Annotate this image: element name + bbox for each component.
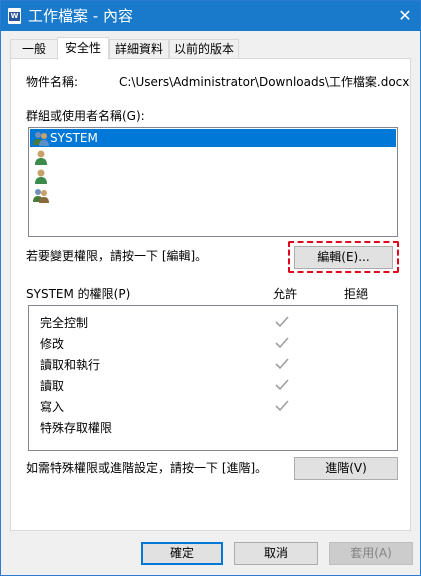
list-item-label: SYSTEM [50,131,98,145]
edit-hint-text: 若要變更權限，請按一下 [編輯]。 [26,249,208,263]
permission-row: 讀取 [29,376,397,396]
title-bar[interactable]: W 工作檔案 - 內容 ✕ [1,1,420,31]
group-users-icon [33,132,49,146]
list-item-user[interactable] [30,167,396,185]
permission-row: 修改 [29,334,397,354]
tab-security[interactable]: 安全性 [57,37,109,60]
window-title: 工作檔案 - 內容 [28,7,133,25]
advanced-button[interactable]: 進階(V) [294,457,398,480]
list-item-group[interactable] [30,186,396,204]
list-item-system[interactable]: SYSTEM [30,129,396,147]
user-icon [35,150,47,165]
permission-row: 完全控制 [29,313,397,333]
permission-name: 修改 [40,337,65,351]
object-name-label: 物件名稱: [26,75,79,89]
group-users-icon [33,189,49,203]
edit-button[interactable]: 編輯(E)... [294,246,393,269]
properties-dialog: W 工作檔案 - 內容 ✕ 一般 安全性 詳細資料 以前的版本 物件名稱: C:… [0,0,421,576]
apply-button[interactable]: 套用(A) [329,542,413,565]
tab-general[interactable]: 一般 [10,39,58,59]
close-icon: ✕ [398,6,412,25]
list-item-user[interactable] [30,148,396,166]
allow-check-icon [275,337,289,349]
permission-name: 寫入 [40,400,65,414]
cancel-button[interactable]: 取消 [234,542,318,565]
permission-name: 讀取 [40,379,65,393]
security-tab-panel: 物件名稱: C:\Users\Administrator\Downloads\工… [10,58,411,531]
permission-name: 讀取和執行 [40,358,101,372]
close-button[interactable]: ✕ [390,1,420,31]
ok-button[interactable]: 確定 [141,542,223,565]
word-document-icon: W [8,8,21,24]
permissions-list: 完全控制 修改 讀取和執行 讀取 寫入 特殊存取權限 [28,305,398,451]
word-icon-letter: W [9,12,20,21]
deny-column-header: 拒絕 [344,287,369,301]
allow-check-icon [275,316,289,328]
permission-name: 完全控制 [40,316,89,330]
user-icon [35,169,47,184]
object-name-value: C:\Users\Administrator\Downloads\工作檔案.do… [119,75,410,89]
allow-column-header: 允許 [273,287,298,301]
permission-name: 特殊存取權限 [40,421,113,435]
groups-listbox[interactable]: SYSTEM [28,127,398,237]
permission-row: 寫入 [29,397,397,417]
permissions-label: SYSTEM 的權限(P) [26,287,131,301]
groups-label: 群組或使用者名稱(G): [26,109,145,123]
allow-check-icon [275,379,289,391]
allow-check-icon [275,358,289,370]
permission-row: 讀取和執行 [29,355,397,375]
permission-row: 特殊存取權限 [29,418,397,438]
advanced-hint-text: 如需特殊權限或進階設定，請按一下 [進階]。 [26,461,268,475]
allow-check-icon [275,400,289,412]
tab-details[interactable]: 詳細資料 [109,39,169,59]
tab-previous-versions[interactable]: 以前的版本 [169,39,239,59]
